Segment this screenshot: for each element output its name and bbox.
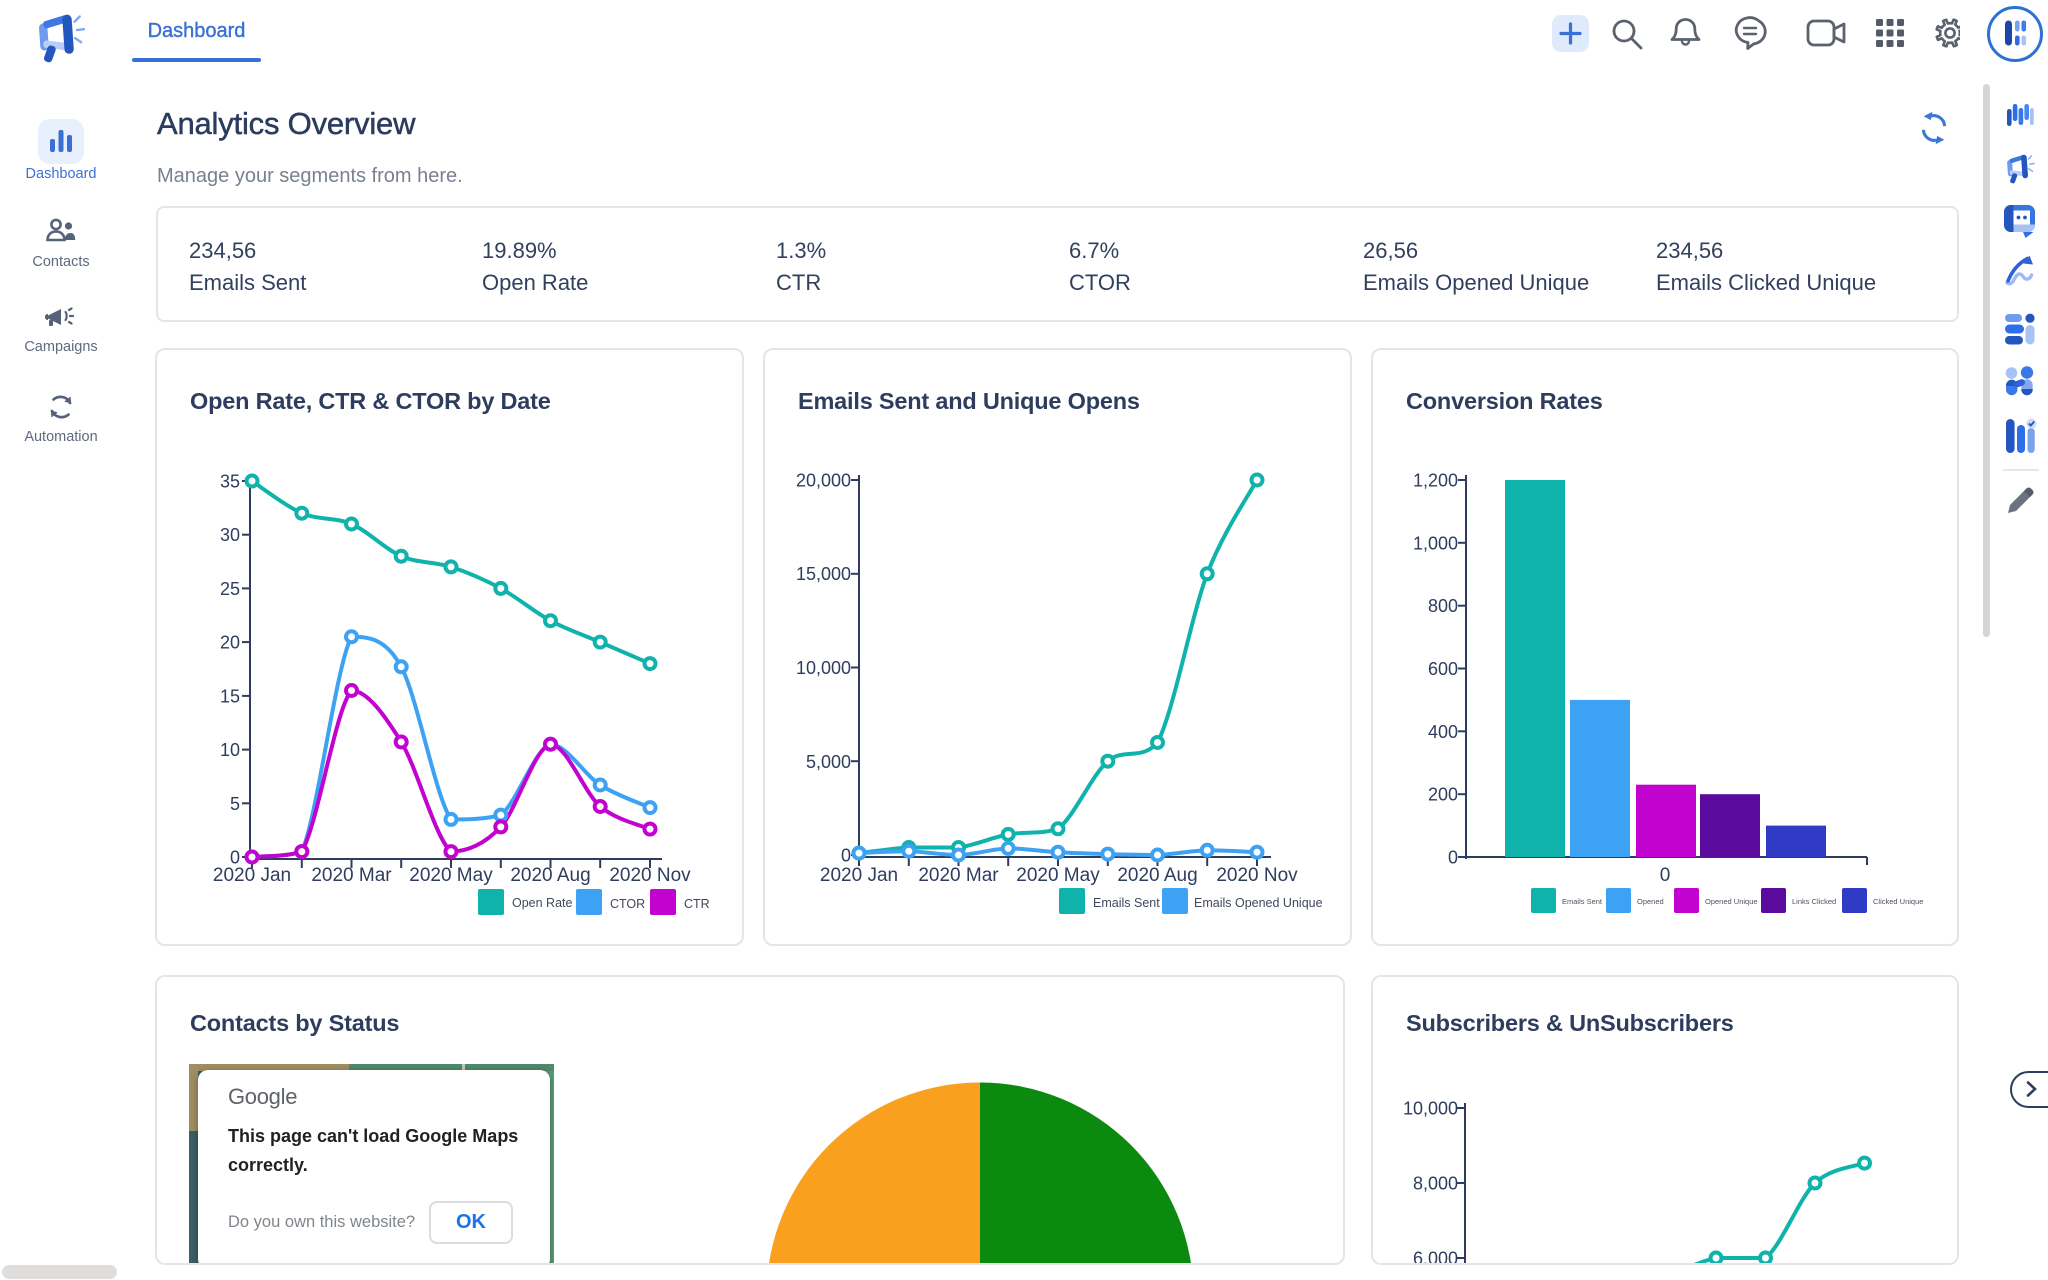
svg-text:6,000: 6,000 — [1413, 1249, 1458, 1266]
svg-text:400: 400 — [1428, 722, 1458, 742]
svg-text:10: 10 — [220, 740, 240, 760]
svg-text:10,000: 10,000 — [1403, 1099, 1458, 1119]
svg-text:35: 35 — [220, 472, 240, 492]
svg-text:Emails Sent: Emails Sent — [1562, 897, 1603, 906]
svg-text:10,000: 10,000 — [796, 658, 851, 678]
svg-text:0: 0 — [1660, 865, 1671, 886]
svg-text:2020 Jan: 2020 Jan — [213, 865, 291, 886]
svg-text:Opened Unique: Opened Unique — [1705, 897, 1758, 906]
svg-text:2020 May: 2020 May — [1016, 865, 1100, 886]
svg-text:1,000: 1,000 — [1413, 533, 1458, 553]
svg-text:2020 Jan: 2020 Jan — [820, 865, 898, 886]
svg-text:Clicked Unique: Clicked Unique — [1873, 897, 1923, 906]
svg-text:2020 Aug: 2020 Aug — [1117, 865, 1197, 886]
svg-text:20,000: 20,000 — [796, 471, 851, 491]
svg-text:1,200: 1,200 — [1413, 471, 1458, 491]
svg-text:Links Clicked: Links Clicked — [1792, 897, 1836, 906]
svg-text:8,000: 8,000 — [1413, 1174, 1458, 1194]
svg-text:5,000: 5,000 — [806, 752, 851, 772]
svg-text:2020 May: 2020 May — [409, 865, 493, 886]
svg-text:Opened: Opened — [1637, 897, 1664, 906]
svg-text:15: 15 — [220, 686, 240, 706]
svg-text:Open Rate: Open Rate — [512, 896, 573, 910]
svg-text:2020 Aug: 2020 Aug — [510, 865, 590, 886]
svg-text:Emails Sent: Emails Sent — [1093, 896, 1160, 910]
svg-text:15,000: 15,000 — [796, 564, 851, 584]
svg-text:200: 200 — [1428, 785, 1458, 805]
svg-text:CTR: CTR — [684, 897, 710, 911]
svg-text:5: 5 — [230, 794, 240, 814]
svg-text:2020 Mar: 2020 Mar — [311, 865, 392, 886]
svg-text:2020 Nov: 2020 Nov — [609, 865, 691, 886]
svg-text:CTOR: CTOR — [610, 897, 645, 911]
svg-text:0: 0 — [841, 846, 851, 866]
svg-text:600: 600 — [1428, 659, 1458, 679]
svg-text:20: 20 — [220, 633, 240, 653]
svg-text:2020 Mar: 2020 Mar — [918, 865, 999, 886]
svg-text:2020 Nov: 2020 Nov — [1216, 865, 1298, 886]
svg-text:0: 0 — [1448, 848, 1458, 868]
svg-text:25: 25 — [220, 579, 240, 599]
svg-text:30: 30 — [220, 525, 240, 545]
svg-text:Emails Opened Unique: Emails Opened Unique — [1194, 896, 1323, 910]
svg-text:800: 800 — [1428, 596, 1458, 616]
